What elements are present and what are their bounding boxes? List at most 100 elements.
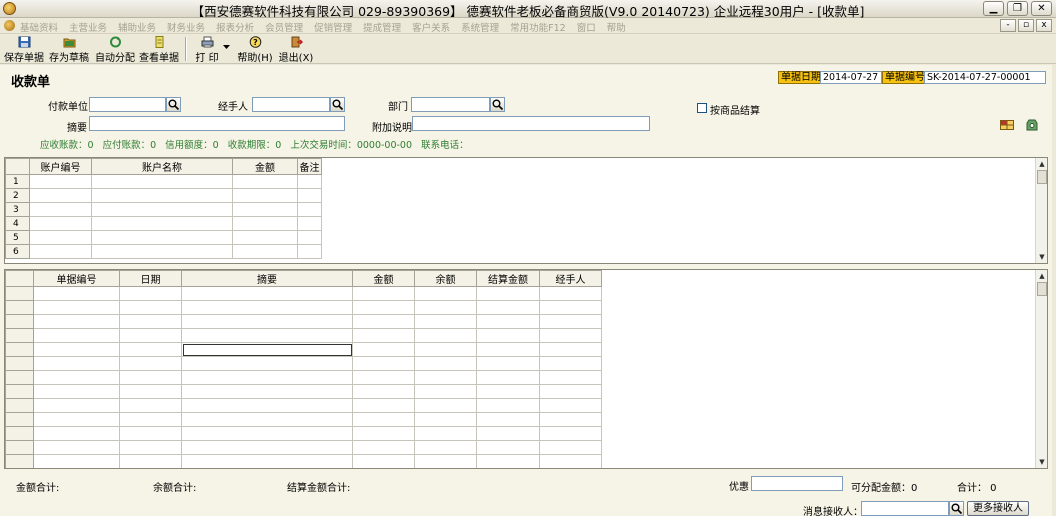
table-cell[interactable]	[539, 426, 602, 441]
department-search-button[interactable]	[490, 97, 505, 112]
column-header-settled[interactable]: 结算金额	[476, 270, 540, 287]
table-row[interactable]	[5, 426, 602, 441]
menu-item-help[interactable]: 帮助	[607, 20, 626, 34]
table-cell[interactable]	[33, 300, 120, 315]
table-cell[interactable]	[352, 342, 415, 357]
table-cell[interactable]	[119, 314, 182, 329]
table-cell[interactable]	[539, 342, 602, 357]
table-cell[interactable]	[352, 328, 415, 343]
handler-search-button[interactable]	[330, 97, 345, 112]
help-button[interactable]: ? 帮助(H)	[236, 36, 274, 64]
menu-item-crm[interactable]: 客户关系	[412, 20, 450, 34]
table-cell[interactable]	[476, 370, 540, 385]
table-row[interactable]: 2	[5, 188, 322, 203]
table-cell[interactable]	[181, 314, 353, 329]
table-row[interactable]	[5, 328, 602, 343]
account-grid-scrollbar[interactable]: ▲ ▼	[1035, 158, 1047, 263]
column-header-account-no[interactable]: 账户编号	[29, 158, 92, 175]
table-cell[interactable]	[33, 342, 120, 357]
table-cell[interactable]	[119, 384, 182, 399]
table-cell[interactable]	[414, 342, 477, 357]
table-cell[interactable]	[232, 188, 298, 203]
table-row[interactable]	[5, 300, 602, 315]
table-cell[interactable]	[33, 286, 120, 301]
auto-allocate-button[interactable]: 自动分配	[95, 36, 135, 64]
table-cell[interactable]	[91, 202, 233, 217]
table-cell[interactable]	[181, 370, 353, 385]
table-cell[interactable]	[352, 440, 415, 455]
menu-item-aux-business[interactable]: 辅助业务	[118, 20, 156, 34]
table-cell[interactable]	[119, 398, 182, 413]
table-cell[interactable]	[232, 174, 298, 189]
child-close-button[interactable]: x	[1036, 19, 1052, 32]
menu-item-members[interactable]: 会员管理	[265, 20, 303, 34]
table-cell[interactable]	[119, 370, 182, 385]
table-cell[interactable]	[539, 398, 602, 413]
table-cell[interactable]	[476, 412, 540, 427]
print-button[interactable]: 打 印	[193, 36, 221, 64]
scroll-thumb[interactable]	[1037, 170, 1047, 184]
menu-item-common[interactable]: 常用功能F12	[510, 20, 566, 34]
table-cell[interactable]	[352, 356, 415, 371]
document-menu-icon[interactable]	[4, 20, 15, 31]
table-cell[interactable]	[232, 244, 298, 259]
column-header-amount[interactable]: 金额	[352, 270, 415, 287]
table-cell[interactable]	[232, 230, 298, 245]
menu-item-window[interactable]: 窗口	[577, 20, 596, 34]
menu-item-system[interactable]: 系统管理	[461, 20, 499, 34]
table-row[interactable]: 1	[5, 174, 322, 189]
settings-bag-icon[interactable]	[1026, 118, 1038, 131]
table-row[interactable]: 5	[5, 230, 322, 245]
table-cell[interactable]	[181, 342, 353, 357]
table-cell[interactable]	[414, 412, 477, 427]
table-cell[interactable]	[539, 440, 602, 455]
table-cell[interactable]	[119, 356, 182, 371]
more-receivers-button[interactable]: 更多接收人	[967, 501, 1029, 516]
receiver-input[interactable]	[861, 501, 949, 516]
payer-input[interactable]	[89, 97, 166, 112]
table-row[interactable]	[5, 342, 602, 357]
table-cell[interactable]	[181, 412, 353, 427]
menu-item-commission[interactable]: 提成管理	[363, 20, 401, 34]
table-cell[interactable]	[33, 426, 120, 441]
save-button[interactable]: 保存单据	[4, 36, 44, 64]
table-cell[interactable]	[119, 342, 182, 357]
table-cell[interactable]	[29, 202, 92, 217]
table-cell[interactable]	[232, 202, 298, 217]
view-documents-button[interactable]: 查看单据	[139, 36, 179, 64]
table-cell[interactable]	[476, 314, 540, 329]
table-cell[interactable]	[119, 454, 182, 468]
table-cell[interactable]	[33, 398, 120, 413]
close-button[interactable]: ✕	[1031, 1, 1052, 16]
column-header-date[interactable]: 日期	[119, 270, 182, 287]
table-cell[interactable]	[33, 356, 120, 371]
settle-by-product-checkbox[interactable]	[697, 103, 707, 113]
table-cell[interactable]	[476, 454, 540, 468]
table-cell[interactable]	[297, 216, 322, 231]
table-cell[interactable]	[539, 328, 602, 343]
table-cell[interactable]	[414, 314, 477, 329]
table-row[interactable]	[5, 286, 602, 301]
table-cell[interactable]	[539, 412, 602, 427]
table-cell[interactable]	[476, 384, 540, 399]
table-cell[interactable]	[33, 328, 120, 343]
table-cell[interactable]	[33, 314, 120, 329]
table-cell[interactable]	[414, 286, 477, 301]
minimize-button[interactable]: ▁	[983, 1, 1004, 16]
column-header-amount[interactable]: 金额	[232, 158, 298, 175]
exit-button[interactable]: 退出(X)	[278, 36, 314, 64]
table-cell[interactable]	[91, 216, 233, 231]
table-cell[interactable]	[91, 174, 233, 189]
table-cell[interactable]	[352, 398, 415, 413]
table-cell[interactable]	[119, 440, 182, 455]
column-header-doc-no[interactable]: 单据编号	[33, 270, 120, 287]
scroll-thumb[interactable]	[1037, 282, 1047, 296]
menu-item-basic[interactable]: 基础资料	[20, 20, 58, 34]
table-cell[interactable]	[297, 202, 322, 217]
table-cell[interactable]	[476, 398, 540, 413]
table-cell[interactable]	[476, 440, 540, 455]
table-cell[interactable]	[91, 230, 233, 245]
table-cell[interactable]	[232, 216, 298, 231]
table-cell[interactable]	[476, 356, 540, 371]
column-header-summary[interactable]: 摘要	[181, 270, 353, 287]
